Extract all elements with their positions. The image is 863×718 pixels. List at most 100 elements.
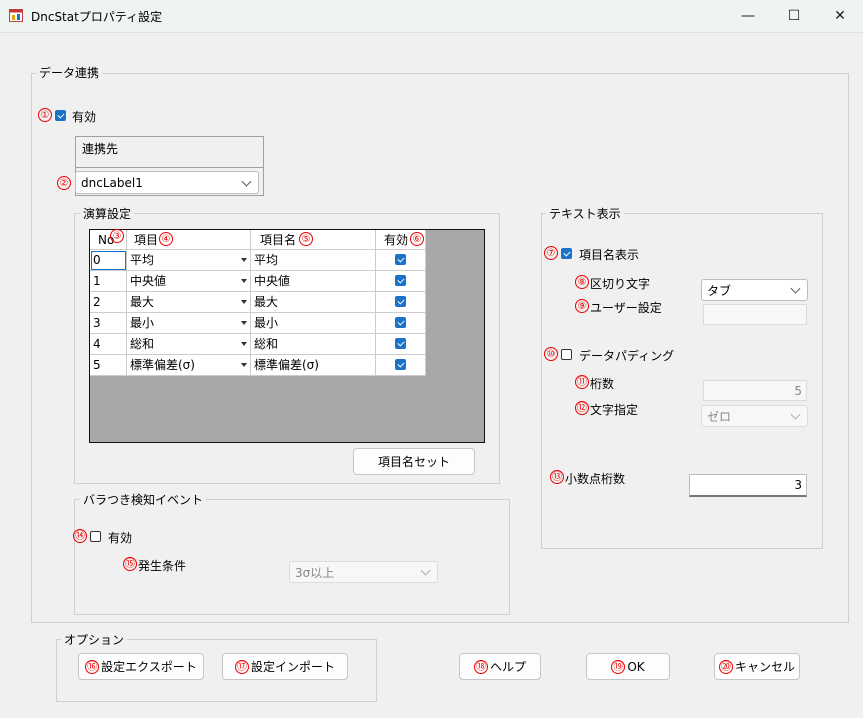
condition-value: 3σ以上	[295, 565, 335, 580]
close-button[interactable]: ✕	[817, 0, 863, 32]
grid-cell-valid[interactable]	[376, 250, 426, 271]
grid-cell-item[interactable]: 標準偏差(σ)	[127, 355, 251, 376]
link-target-label: 連携先	[82, 142, 119, 156]
char-spec-value: ゼロ	[707, 409, 732, 424]
grid-cell-item-text: 平均	[130, 253, 155, 267]
user-setting-input[interactable]	[703, 304, 807, 325]
grid-cell-item-text: 標準偏差(σ)	[130, 358, 195, 372]
row-valid-checkbox[interactable]	[395, 338, 406, 349]
marker-16: ⑯	[85, 659, 100, 674]
variation-enabled-checkbox[interactable]	[90, 531, 101, 542]
grid-cell-item[interactable]: 最大	[127, 292, 251, 313]
grid-cell-item[interactable]: 中央値	[127, 271, 251, 292]
grid-cell-name[interactable]: 平均	[251, 250, 376, 271]
import-settings-button[interactable]: ⑰ 設定インポート	[222, 653, 348, 680]
marker-5: ⑤	[299, 232, 313, 246]
marker-10: ⑩	[544, 347, 558, 361]
link-target-select[interactable]: dncLabel1	[75, 171, 259, 194]
row-valid-checkbox[interactable]	[395, 296, 406, 307]
grid-cell-no[interactable]: 1	[90, 271, 127, 292]
user-setting-label: ユーザー設定	[590, 301, 662, 315]
dropdown-arrow-icon	[241, 342, 247, 346]
data-link-enabled-checkbox[interactable]	[55, 110, 66, 121]
ok-button[interactable]: ⑲ OK	[586, 653, 670, 680]
marker-15: ⑮	[123, 557, 137, 571]
show-item-names-checkbox[interactable]	[561, 248, 572, 259]
ok-label: OK	[627, 659, 645, 674]
decimal-digits-label: 小数点桁数	[565, 472, 626, 486]
maximize-icon: ☐	[787, 8, 801, 24]
grid-header-item-name[interactable]: 項目名	[251, 230, 376, 250]
grid-cell-valid[interactable]	[376, 271, 426, 292]
chevron-down-icon	[790, 283, 801, 294]
delimiter-select[interactable]: タブ	[701, 279, 808, 301]
marker-14: ⑭	[73, 529, 87, 543]
condition-select[interactable]: 3σ以上	[289, 561, 438, 583]
data-link-group-label: データ連携	[36, 64, 103, 81]
chevron-down-icon	[241, 176, 252, 187]
grid-cell-name[interactable]: 最大	[251, 292, 376, 313]
row-valid-checkbox[interactable]	[395, 254, 406, 265]
dropdown-arrow-icon	[241, 300, 247, 304]
show-item-names-label: 項目名表示	[579, 248, 640, 262]
condition-label: 発生条件	[138, 559, 187, 573]
grid-cell-name[interactable]: 中央値	[251, 271, 376, 292]
grid-header-item[interactable]: 項目	[127, 230, 251, 250]
grid-cell-name[interactable]: 標準偏差(σ)	[251, 355, 376, 376]
grid-cell-valid[interactable]	[376, 334, 426, 355]
grid-cell-item[interactable]: 最小	[127, 313, 251, 334]
import-settings-label: 設定インポート	[250, 660, 335, 674]
decimal-digits-input[interactable]: 3	[689, 474, 807, 497]
help-label: ヘルプ	[489, 660, 526, 674]
grid-cell-no[interactable]: 4	[90, 334, 127, 355]
row-valid-checkbox[interactable]	[395, 317, 406, 328]
grid-cell-item[interactable]: 総和	[127, 334, 251, 355]
grid-cell-no[interactable]: 5	[90, 355, 127, 376]
row-valid-checkbox[interactable]	[395, 275, 406, 286]
row-valid-checkbox[interactable]	[395, 359, 406, 370]
set-item-names-button[interactable]: 項目名セット	[353, 448, 475, 475]
chevron-down-icon	[420, 565, 431, 576]
data-padding-label: データパディング	[579, 349, 675, 363]
grid-cell-item-text: 総和	[130, 337, 155, 351]
grid-cell-valid[interactable]	[376, 313, 426, 334]
set-item-names-label: 項目名セット	[377, 455, 450, 469]
grid-cell-valid[interactable]	[376, 355, 426, 376]
calc-grid[interactable]: No 項目 項目名 有効 ③ ④ ⑤ ⑥ 0 平均 平均 1 中央値 中央値 2…	[89, 229, 485, 443]
export-settings-button[interactable]: ⑯ 設定エクスポート	[78, 653, 204, 680]
cancel-button[interactable]: ⑳ キャンセル	[714, 653, 800, 680]
digits-label: 桁数	[590, 377, 615, 391]
delimiter-label: 区切り文字	[590, 277, 651, 291]
grid-cell-no[interactable]: 3	[90, 313, 127, 334]
grid-cell-name[interactable]: 総和	[251, 334, 376, 355]
marker-6: ⑥	[410, 232, 424, 246]
digits-input[interactable]: 5	[703, 380, 807, 401]
grid-cell-valid[interactable]	[376, 292, 426, 313]
maximize-button[interactable]: ☐	[771, 0, 817, 32]
app-window-icon	[9, 9, 23, 22]
close-icon: ✕	[834, 8, 846, 24]
grid-cell-no[interactable]: 2	[90, 292, 127, 313]
grid-cell-no[interactable]: 0	[90, 250, 127, 271]
dropdown-arrow-icon	[241, 258, 247, 262]
help-button[interactable]: ⑱ ヘルプ	[459, 653, 541, 680]
grid-header-item-text: 項目	[134, 233, 159, 247]
grid-cell-item[interactable]: 平均	[127, 250, 251, 271]
data-padding-checkbox[interactable]	[561, 349, 572, 360]
options-group-label: オプション	[61, 631, 128, 648]
marker-12: ⑫	[575, 401, 589, 415]
dropdown-arrow-icon	[241, 363, 247, 367]
calc-settings-group-label: 演算設定	[80, 205, 135, 222]
text-display-group-label: テキスト表示	[546, 205, 624, 222]
minimize-icon: —	[741, 8, 755, 24]
grid-cell-name[interactable]: 最小	[251, 313, 376, 334]
grid-header-valid-text: 有効	[384, 233, 409, 247]
minimize-button[interactable]: —	[725, 0, 771, 32]
marker-8: ⑧	[575, 275, 589, 289]
marker-4: ④	[159, 232, 173, 246]
cancel-label: キャンセル	[734, 660, 795, 674]
data-link-enabled-label: 有効	[72, 110, 97, 124]
marker-13: ⑬	[550, 470, 564, 484]
char-spec-select[interactable]: ゼロ	[701, 405, 808, 427]
marker-9: ⑨	[575, 299, 589, 313]
